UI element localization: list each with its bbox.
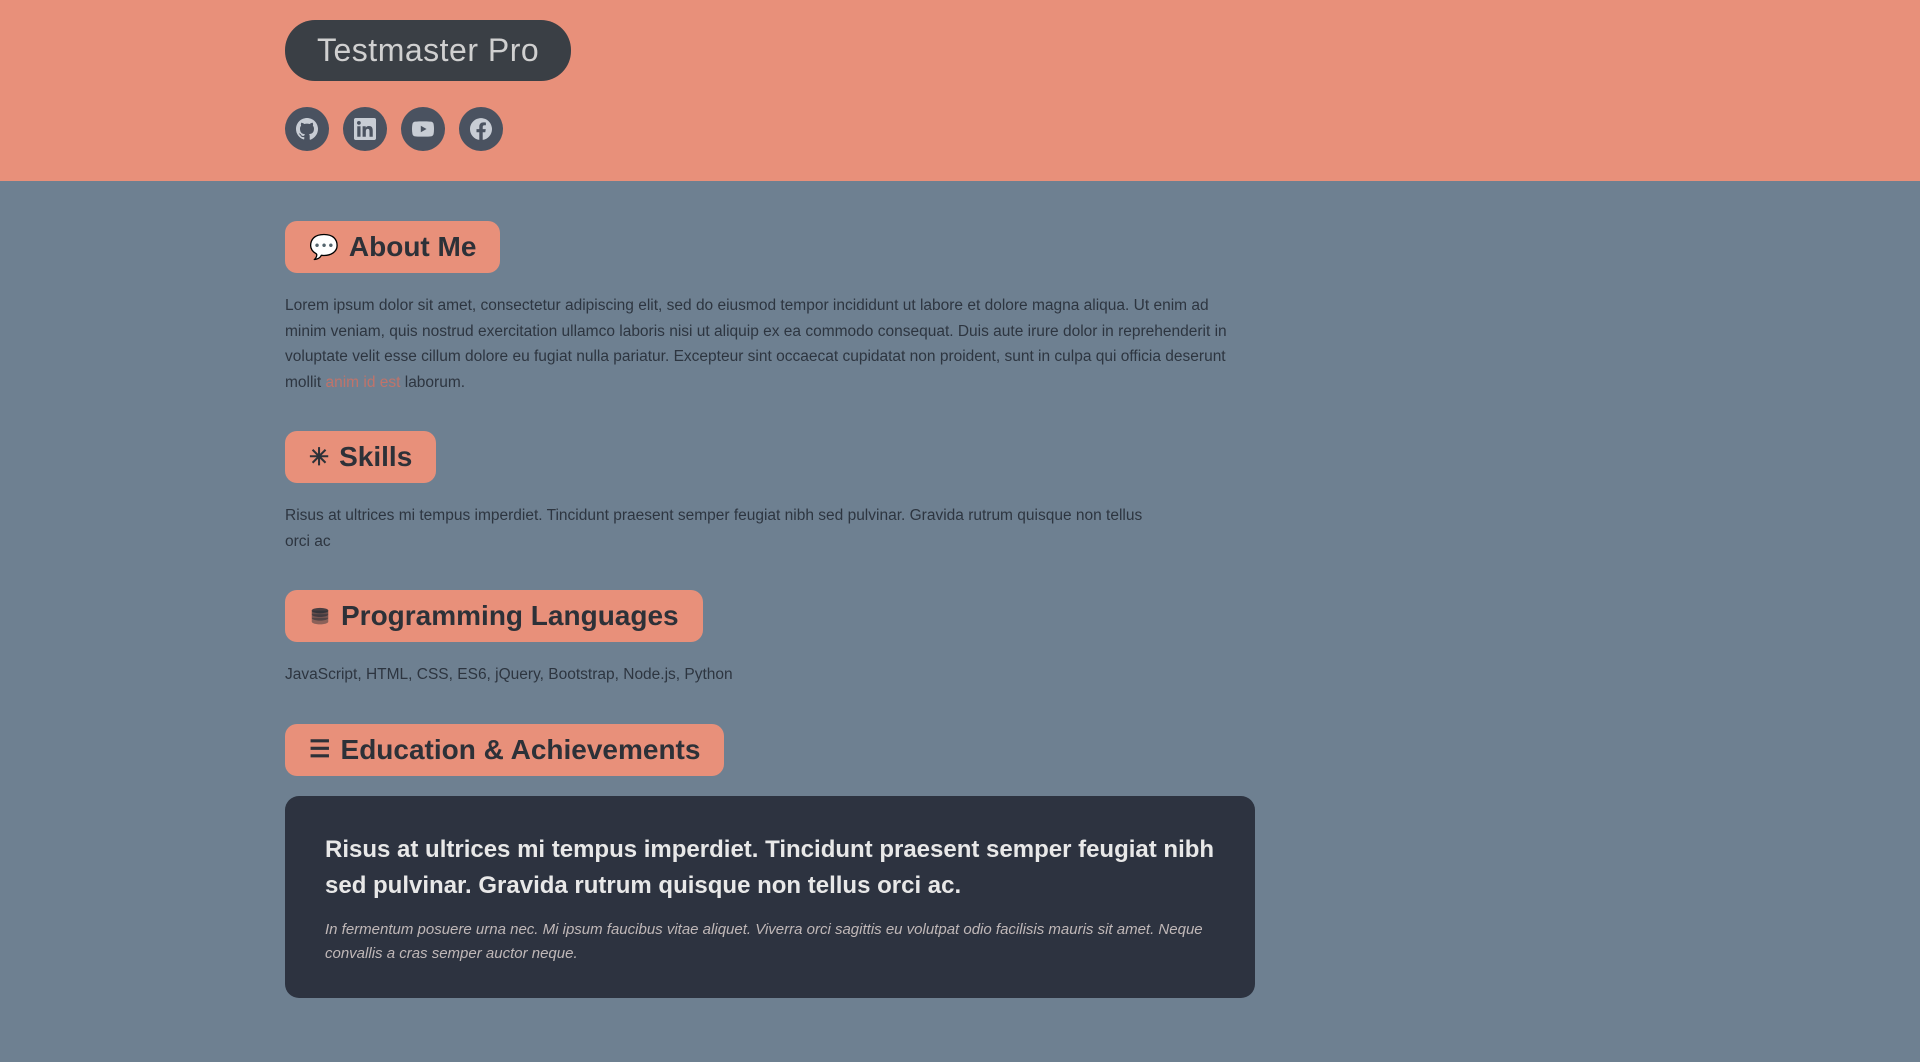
- facebook-icon[interactable]: [459, 107, 503, 151]
- skills-icon: ✳: [309, 443, 329, 472]
- programming-text: JavaScript, HTML, CSS, ES6, jQuery, Boot…: [285, 662, 1920, 688]
- education-heading[interactable]: ☰ Education & Achievements: [285, 724, 724, 776]
- programming-section: Programming Languages JavaScript, HTML, …: [285, 590, 1920, 688]
- about-text: Lorem ipsum dolor sit amet, consectetur …: [285, 293, 1245, 395]
- about-heading-label: About Me: [349, 231, 477, 263]
- about-text-highlight: anim id est: [325, 374, 400, 391]
- skills-section: ✳ Skills Risus at ultrices mi tempus imp…: [285, 431, 1920, 554]
- social-icons-container: [285, 107, 1920, 151]
- skills-heading[interactable]: ✳ Skills: [285, 431, 436, 483]
- skills-heading-label: Skills: [339, 441, 412, 473]
- about-text-end: laborum.: [400, 374, 465, 391]
- education-section: ☰ Education & Achievements Risus at ultr…: [285, 724, 1920, 998]
- education-card-subtitle: In fermentum posuere urna nec. Mi ipsum …: [325, 918, 1215, 966]
- education-heading-label: Education & Achievements: [341, 734, 701, 766]
- education-card: Risus at ultrices mi tempus imperdiet. T…: [285, 796, 1255, 998]
- skills-text: Risus at ultrices mi tempus imperdiet. T…: [285, 503, 1155, 554]
- education-card-title: Risus at ultrices mi tempus imperdiet. T…: [325, 832, 1215, 904]
- github-icon[interactable]: [285, 107, 329, 151]
- about-section: 💬 About Me Lorem ipsum dolor sit amet, c…: [285, 221, 1920, 395]
- programming-heading[interactable]: Programming Languages: [285, 590, 703, 642]
- programming-icon: [309, 602, 331, 630]
- programming-heading-label: Programming Languages: [341, 600, 679, 632]
- youtube-icon[interactable]: [401, 107, 445, 151]
- education-icon: ☰: [309, 735, 331, 764]
- brand-title: Testmaster Pro: [285, 20, 571, 81]
- header-section: Testmaster Pro: [0, 0, 1920, 181]
- about-icon: 💬: [309, 233, 339, 262]
- linkedin-icon[interactable]: [343, 107, 387, 151]
- about-heading[interactable]: 💬 About Me: [285, 221, 500, 273]
